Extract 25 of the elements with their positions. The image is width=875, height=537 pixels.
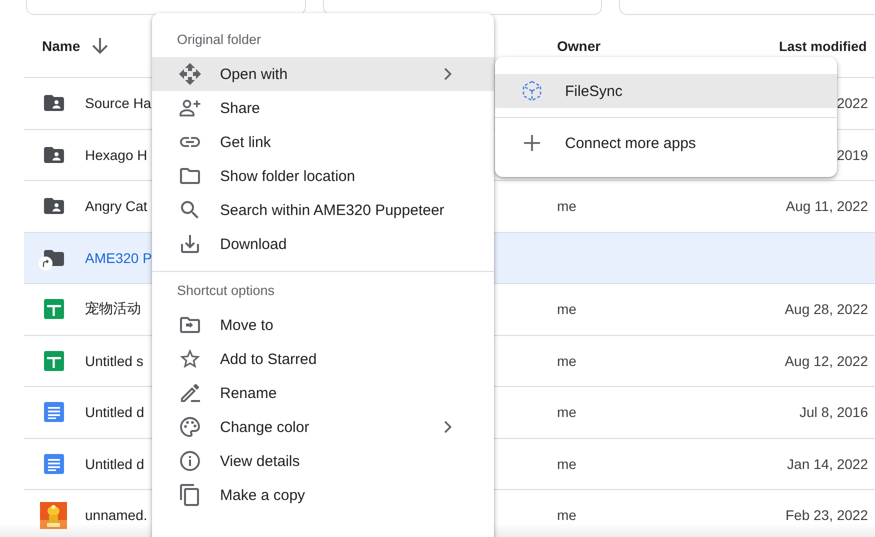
date-cell-text: 2022 <box>836 95 868 112</box>
owner-cell-text: me <box>557 456 578 472</box>
file-name: Hexago H <box>85 146 148 163</box>
date-cell-text: Aug 12, 2022 <box>784 352 868 369</box>
owner-cell-text: me <box>557 404 578 420</box>
owner-cell-text: me <box>557 507 578 524</box>
owner-cell-text: me <box>557 301 578 318</box>
date-cell-text: Feb 23, 2022 <box>784 507 868 524</box>
owner-cell-text: me <box>557 198 578 214</box>
date-cell-text: Jul 8, 2016 <box>798 404 868 420</box>
file-name: Source Ha <box>85 95 152 112</box>
file-name: unnamed. <box>85 507 148 524</box>
file-name: 宠物活动 <box>85 300 141 318</box>
date-cell-text: 2019 <box>836 146 868 163</box>
menu-section-header: Shortcut options <box>177 282 275 298</box>
date-cell-text: Aug 28, 2022 <box>784 301 868 318</box>
file-name: Angry Cat <box>85 198 148 214</box>
date-cell-text: Jan 14, 2022 <box>786 456 868 472</box>
file-name: AME320 P <box>85 250 152 266</box>
file-name: Untitled d <box>85 456 144 472</box>
file-name: Untitled d <box>85 404 144 420</box>
menu-section-header: Original folder <box>177 32 262 46</box>
owner-cell-text: me <box>557 352 578 369</box>
file-name: Untitled s <box>85 352 144 369</box>
date-cell-text: Aug 11, 2022 <box>784 198 868 214</box>
